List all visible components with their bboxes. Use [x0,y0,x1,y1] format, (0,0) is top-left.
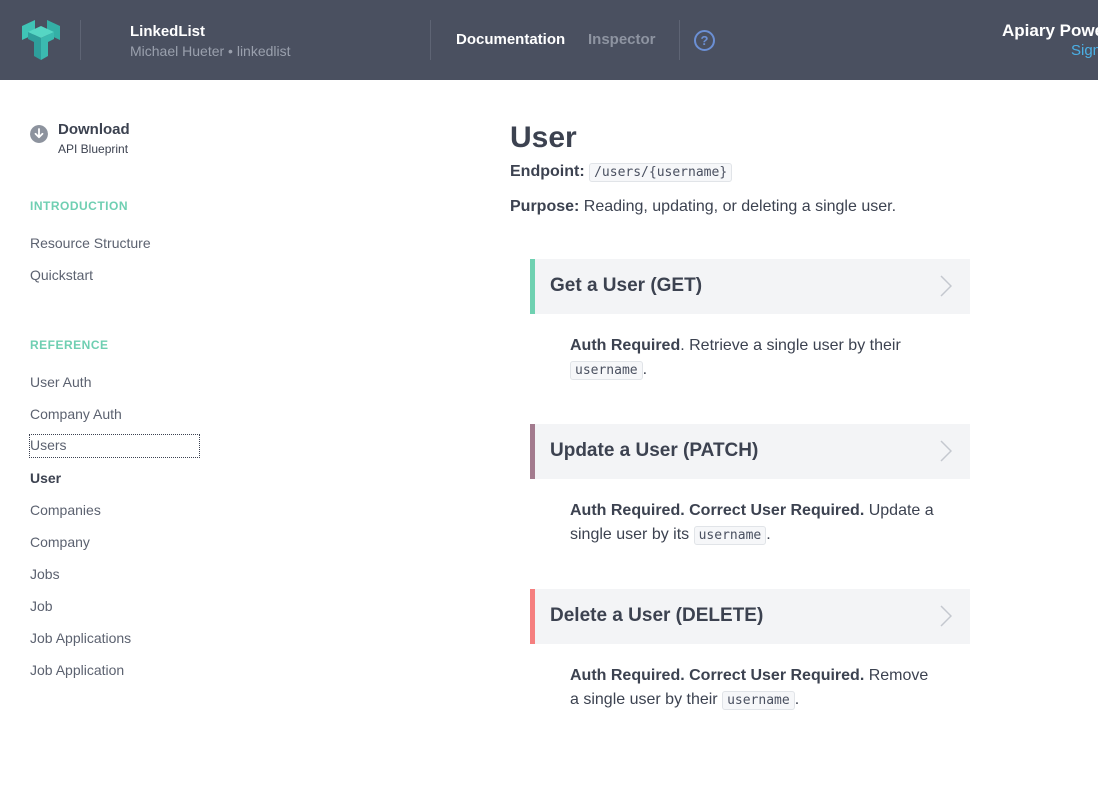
action-color-bar [530,589,535,644]
sidebar-item-jobs[interactable]: Jobs [30,566,60,582]
apiary-logo-icon[interactable] [22,20,60,60]
action-description: Auth Required. Correct User Required. Up… [570,499,940,548]
project-name[interactable]: LinkedList [130,23,205,40]
description-end: . [642,361,648,378]
action-update-user[interactable]: Update a User (PATCH) [530,424,970,479]
sidebar-item-company[interactable]: Company [30,534,90,550]
sidebar-item-user[interactable]: User [30,470,61,486]
action-color-bar [530,259,535,314]
description-text: . Retrieve a single user by their [680,337,901,354]
download-button[interactable]: Download [58,121,130,138]
download-icon[interactable] [30,125,48,143]
auth-note: Auth Required. Correct User Required. [570,667,865,684]
action-description: Auth Required. Correct User Required. Re… [570,664,940,713]
purpose-text: Reading, updating, or deleting a single … [579,198,897,215]
chevron-right-icon[interactable] [940,275,952,297]
description-end: . [794,691,800,708]
action-title[interactable]: Delete a User (DELETE) [550,605,763,627]
sign-in-link[interactable]: Sign [1071,42,1098,59]
section-heading-reference: REFERENCE [30,338,109,352]
header-divider [679,20,680,60]
tab-documentation[interactable]: Documentation [456,31,565,48]
header-divider [80,20,81,60]
sidebar-item-job-application[interactable]: Job Application [30,662,124,678]
sidebar-item-quickstart[interactable]: Quickstart [30,267,93,283]
description-end: . [766,526,771,543]
endpoint-value: /users/{username} [589,163,733,182]
inline-code: username [722,691,795,710]
action-get-user[interactable]: Get a User (GET) [530,259,970,314]
sidebar-item-job[interactable]: Job [30,598,53,614]
auth-note: Auth Required [570,337,681,354]
purpose-label: Purpose: [510,198,580,215]
action-title[interactable]: Update a User (PATCH) [550,440,758,462]
action-color-bar [530,424,535,479]
purpose-line: Purpose: Reading, updating, or deleting … [510,198,896,216]
sidebar-item-job-applications[interactable]: Job Applications [30,630,131,646]
sidebar-item-resource-structure[interactable]: Resource Structure [30,235,151,251]
sidebar-item-user-auth[interactable]: User Auth [30,374,91,390]
action-delete-user[interactable]: Delete a User (DELETE) [530,589,970,644]
brand-text: Apiary Powe [1002,21,1098,40]
page-title: User [510,121,577,154]
endpoint-label: Endpoint: [510,163,585,180]
section-heading-introduction: INTRODUCTION [30,199,128,213]
sidebar-item-companies[interactable]: Companies [30,502,101,518]
endpoint-line: Endpoint: /users/{username} [510,163,733,182]
chevron-right-icon[interactable] [940,440,952,462]
download-subtitle: API Blueprint [58,142,129,156]
inline-code: username [570,361,643,380]
project-owner: Michael Hueter • linkedlist [130,43,291,59]
action-description: Auth Required. Retrieve a single user by… [570,334,940,383]
tab-inspector[interactable]: Inspector [588,31,656,48]
inline-code: username [693,526,767,545]
help-icon[interactable]: ? [694,30,715,51]
chevron-right-icon[interactable] [940,605,952,627]
top-header: LinkedList Michael Hueter • linkedlist D… [0,0,1098,80]
action-title[interactable]: Get a User (GET) [550,275,702,297]
sidebar-item-users[interactable]: Users [29,434,200,458]
sidebar-item-company-auth[interactable]: Company Auth [30,406,122,422]
header-divider [430,20,431,60]
auth-note: Auth Required. Correct User Required. [570,502,865,519]
